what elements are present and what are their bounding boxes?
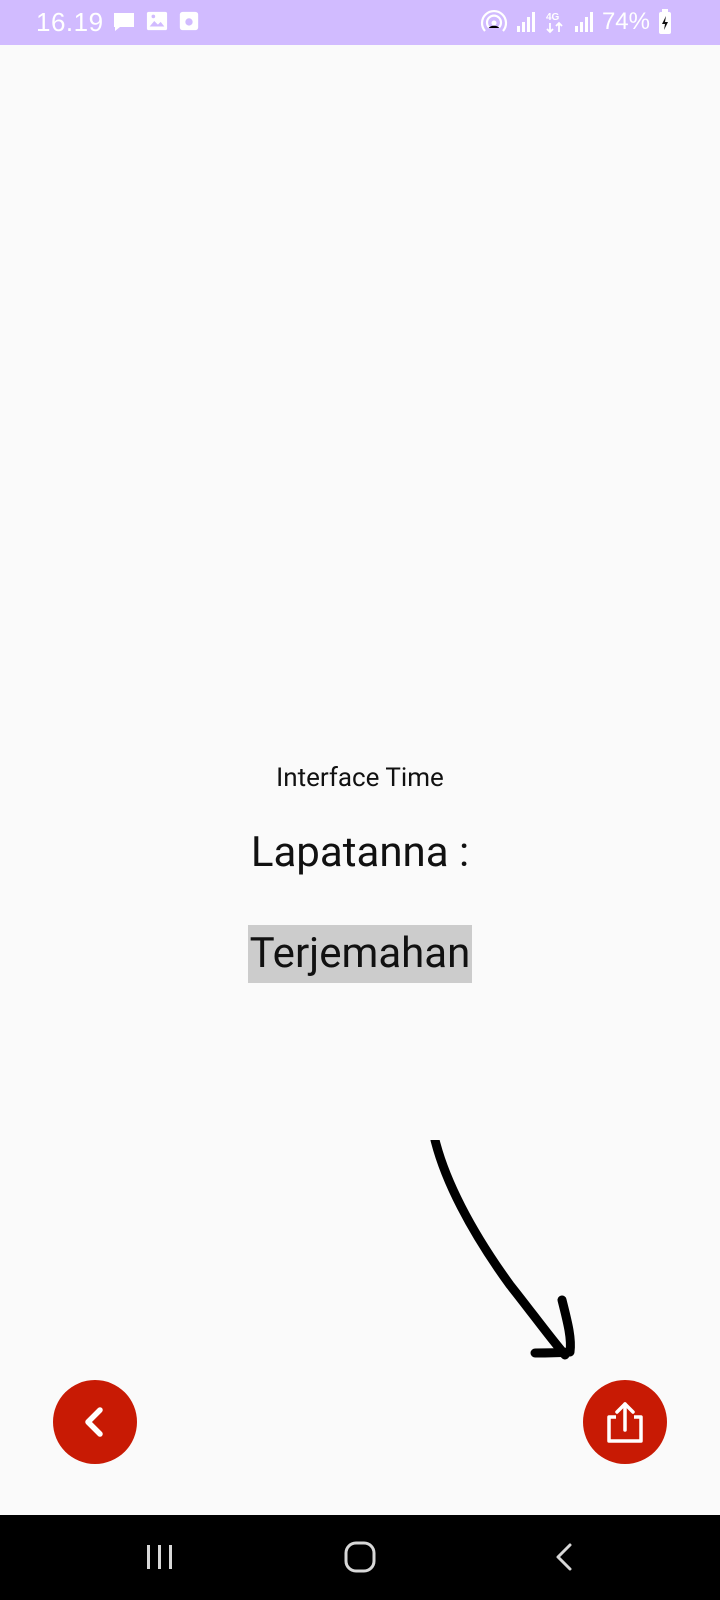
recents-icon <box>147 1545 172 1569</box>
back-button[interactable] <box>53 1380 137 1464</box>
status-time: 16.19 <box>36 7 104 37</box>
system-nav-bar <box>0 1515 720 1600</box>
interface-subtitle: Interface Time <box>276 763 444 793</box>
share-icon <box>607 1402 643 1443</box>
image-icon <box>146 11 168 31</box>
battery-percent: 74% <box>601 8 650 35</box>
share-button[interactable] <box>583 1380 667 1464</box>
camera-icon <box>179 11 199 31</box>
status-bar: 16.19 4G 74% <box>0 0 720 45</box>
notification-icons <box>112 10 200 34</box>
signal-icon <box>574 12 593 32</box>
word-title: Lapatanna : <box>250 828 470 877</box>
translation-container: Terjemahan <box>0 925 720 983</box>
translation-text[interactable]: Terjemahan <box>247 925 473 983</box>
signal-icon <box>516 12 535 32</box>
nav-recents-button[interactable] <box>140 1537 180 1577</box>
chevron-left-icon <box>85 1407 103 1437</box>
system-icons: 4G 74% <box>480 8 672 36</box>
nav-back-button[interactable] <box>545 1537 585 1577</box>
main-screen: Interface Time Lapatanna : Terjemahan <box>0 45 720 1515</box>
home-icon <box>344 1541 376 1573</box>
nav-home-button[interactable] <box>340 1537 380 1577</box>
back-icon <box>556 1543 572 1571</box>
annotation-arrow-icon <box>430 1140 575 1360</box>
message-icon <box>114 13 134 31</box>
network-4g-icon: 4G <box>546 12 563 34</box>
hotspot-icon <box>480 9 508 32</box>
battery-charging-icon <box>659 9 671 34</box>
svg-text:4G: 4G <box>546 12 560 23</box>
